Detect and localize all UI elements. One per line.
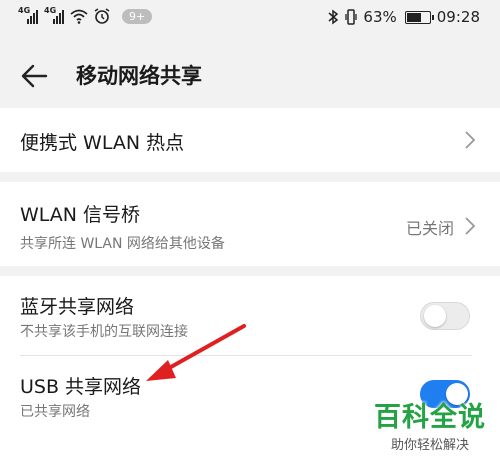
back-arrow-icon[interactable] <box>20 62 48 90</box>
wlan-bridge-title: WLAN 信号桥 <box>20 204 141 226</box>
page-title: 移动网络共享 <box>76 64 202 88</box>
portable-hotspot-title: 便携式 WLAN 热点 <box>20 132 185 154</box>
bluetooth-tethering-toggle[interactable] <box>420 302 470 330</box>
watermark-logo: 百科全说 助你轻松解决 <box>374 395 486 453</box>
status-bar: 4G 4G 9+ 63% 09:28 <box>0 0 500 40</box>
alarm-icon <box>94 8 110 24</box>
usb-tethering-subtitle: 已共享网络 <box>20 404 90 420</box>
portable-hotspot-row[interactable]: 便携式 WLAN 热点 <box>0 108 500 172</box>
bluetooth-tethering-title: 蓝牙共享网络 <box>20 296 135 318</box>
watermark-subtitle: 助你轻松解决 <box>390 438 469 453</box>
battery-icon <box>404 10 434 24</box>
wlan-bridge-card: WLAN 信号桥 共享所连 WLAN 网络给其他设备 已关闭 <box>0 182 500 266</box>
hotspot-card: 便携式 WLAN 热点 <box>0 108 500 172</box>
wlan-bridge-row[interactable]: WLAN 信号桥 共享所连 WLAN 网络给其他设备 已关闭 <box>0 182 500 266</box>
watermark-title: 百科全说 <box>374 402 486 433</box>
signal-sim2-icon: 4G <box>44 6 64 24</box>
wlan-bridge-subtitle: 共享所连 WLAN 网络给其他设备 <box>20 236 225 252</box>
battery-percent: 63% <box>363 8 397 26</box>
bluetooth-icon <box>328 9 339 25</box>
vibrate-icon <box>345 9 358 25</box>
wifi-icon <box>70 9 88 24</box>
bluetooth-tethering-subtitle: 不共享该手机的互联网连接 <box>20 324 188 340</box>
clock: 09:28 <box>436 8 480 26</box>
notification-badge: 9+ <box>122 8 153 24</box>
wlan-bridge-status: 已关闭 <box>405 219 454 238</box>
title-bar: 移动网络共享 <box>0 48 500 104</box>
signal-sim1-icon: 4G <box>18 6 38 24</box>
chevron-right-icon <box>465 131 476 149</box>
chevron-right-icon <box>465 217 476 235</box>
usb-tethering-title: USB 共享网络 <box>20 376 142 398</box>
bluetooth-tethering-row[interactable]: 蓝牙共享网络 不共享该手机的互联网连接 <box>0 276 500 356</box>
